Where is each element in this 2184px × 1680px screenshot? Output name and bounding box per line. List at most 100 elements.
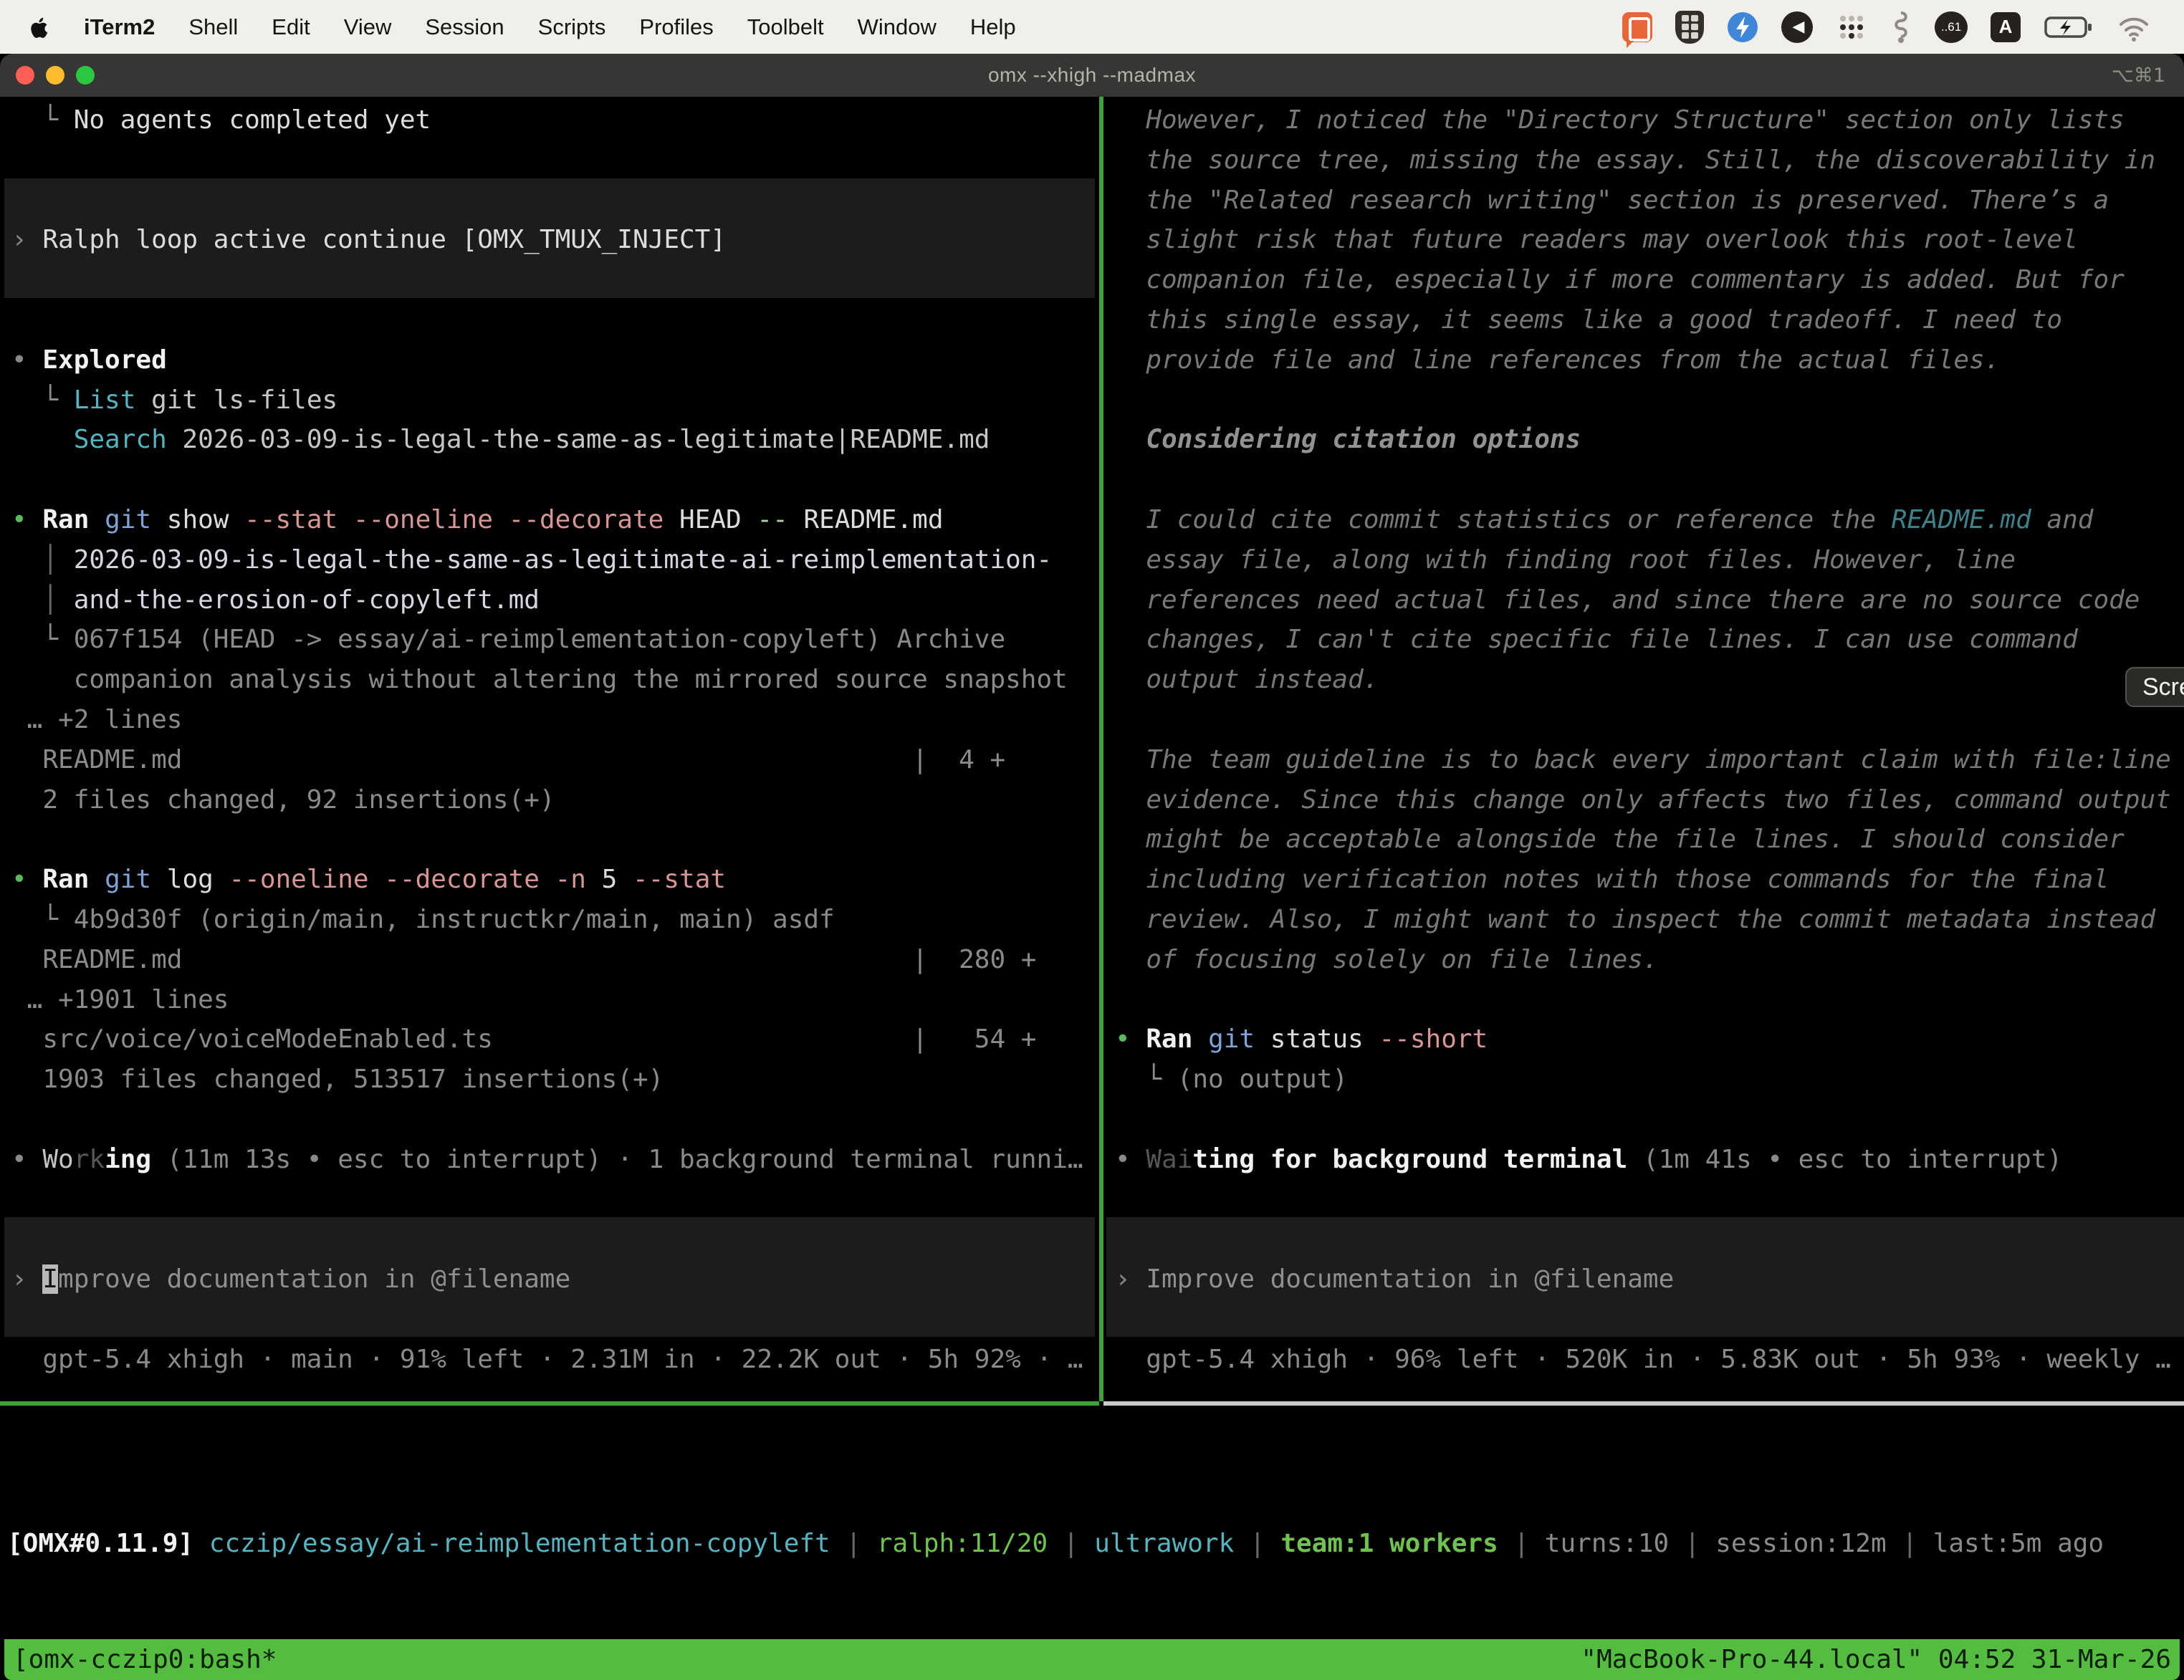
text-segment: |	[1669, 1529, 1715, 1558]
text-segment: 5	[586, 865, 633, 894]
terminal-line: companion analysis without altering the …	[11, 660, 1099, 700]
text-segment: turns:10	[1545, 1529, 1669, 1558]
terminal-line: including verification notes with those …	[1115, 860, 2184, 900]
text-segment: HEAD	[664, 505, 757, 534]
text-segment: [OMX#0.11.9]	[7, 1529, 193, 1558]
screen: { "menu_bar": { "app_name": "iTerm2", "i…	[0, 0, 2184, 1599]
terminal-line: … +2 lines	[11, 700, 1099, 740]
text-segment: evidence. Since this change only affects…	[1115, 785, 2171, 815]
bolt-circle-icon[interactable]	[1727, 11, 1758, 43]
text-segment: output instead.	[1115, 665, 1379, 694]
hook-icon[interactable]	[1890, 10, 1912, 44]
terminal-line: references need actual files, and since …	[1115, 580, 2184, 620]
terminal-line: might be acceptable alongside the file l…	[1115, 820, 2184, 860]
menu-item-shell[interactable]: Shell	[188, 14, 238, 40]
text-segment: git	[105, 505, 151, 534]
terminal-line: evidence. Since this change only affects…	[1115, 780, 2184, 820]
text-segment: --stat	[633, 865, 726, 894]
terminal-area: └ No agents completed yet› Ralph loop ac…	[0, 97, 2184, 1599]
text-segment: 2026-03-09-is-legal-the-same-as-legitima…	[74, 545, 1052, 575]
omx-status-line: [OMX#0.11.9] cczip/essay/ai-reimplementa…	[7, 1524, 2104, 1564]
menu-item-view[interactable]: View	[344, 14, 392, 40]
text-segment: --stat --oneline --decorate	[244, 505, 664, 534]
text-segment: provide file and line references from th…	[1115, 345, 2000, 375]
pane-border-right-inactive	[1103, 1401, 2184, 1406]
text-segment	[89, 865, 105, 894]
text-segment: companion file, especially if more comme…	[1115, 265, 2125, 294]
text-segment	[193, 1529, 209, 1558]
text-segment: including verification notes with those …	[1115, 865, 2109, 894]
menu-items: iTerm2 Shell Edit View Session Scripts Profil…	[0, 14, 1016, 40]
apple-menu-icon[interactable]	[30, 14, 50, 40]
terminal-line: gpt-5.4 xhigh · main · 91% left · 2.31M …	[11, 1340, 1099, 1380]
pane-border-left-active	[0, 1401, 1099, 1406]
text-segment: |	[1234, 1529, 1280, 1558]
text-segment: README.md	[1892, 505, 2031, 534]
terminal-line: └ 067f154 (HEAD -> essay/ai-reimplementa…	[11, 620, 1099, 660]
menu-item-iterm2[interactable]: iTerm2	[84, 14, 155, 40]
menu-bar-status-icons: ◀ ..61 A	[1622, 10, 2184, 44]
text-segment: src/voice/voiceModeEnabled.ts | 54 +	[11, 1024, 1036, 1054]
text-segment: references need actual files, and since …	[1115, 585, 2140, 615]
menu-item-profiles[interactable]: Profiles	[639, 14, 713, 40]
text-segment: ting for background terminal	[1192, 1145, 1627, 1174]
text-segment: review. Also, I might want to inspect th…	[1115, 905, 2155, 934]
terminal-line: The team guideline is to back every impo…	[1115, 740, 2184, 780]
chat-app-icon[interactable]	[1622, 12, 1652, 42]
keyboard-a-icon[interactable]: A	[1991, 12, 2021, 42]
text-segment: (11m 13s • esc to interrupt) · 1 backgro…	[151, 1145, 1083, 1174]
text-segment: └	[11, 105, 74, 135]
text-segment: •	[11, 1145, 42, 1174]
text-segment: slight risk that future readers may over…	[1115, 225, 2078, 254]
text-segment: │	[11, 545, 74, 575]
terminal-line: └ 4b9d30f (origin/main, instructkr/main,…	[11, 900, 1099, 940]
text-segment: git ls-files	[135, 385, 337, 415]
window-title-bar: omx --xhigh --madmax ⌥⌘1	[0, 54, 2184, 97]
text-segment: session:12m	[1715, 1529, 1886, 1558]
terminal-line: companion file, especially if more comme…	[1115, 260, 2184, 300]
text-segment: log	[151, 865, 229, 894]
terminal-line: • Explored	[11, 340, 1099, 380]
menu-item-toolbelt[interactable]: Toolbelt	[747, 14, 824, 40]
shield-grid-icon[interactable]	[1675, 11, 1704, 44]
kaleidoscope-icon[interactable]: ◀	[1781, 11, 1813, 43]
battery-icon[interactable]	[2044, 11, 2092, 43]
text-segment: 1903 files changed, 513517 insertions(+)	[11, 1065, 664, 1094]
text-segment: mprove documentation in @filename	[58, 1264, 570, 1294]
wifi-icon[interactable]	[2115, 11, 2152, 43]
text-segment: README.md | 280 +	[11, 945, 1036, 974]
text-segment: rk	[74, 1145, 105, 1174]
terminal-line: provide file and line references from th…	[1115, 340, 2184, 380]
text-segment: Wai	[1146, 1145, 1192, 1174]
terminal-pane-right[interactable]: However, I noticed the "Directory Struct…	[1103, 97, 2184, 1401]
dots-grid-icon[interactable]	[1836, 11, 1867, 43]
timer-badge-icon[interactable]: ..61	[1935, 11, 1968, 43]
text-segment: └ 067f154 (HEAD -> essay/ai-reimplementa…	[11, 625, 1005, 654]
text-segment: Wo	[42, 1145, 73, 1174]
menu-item-edit[interactable]: Edit	[272, 14, 310, 40]
menu-item-window[interactable]: Window	[858, 14, 937, 40]
terminal-line: • Working (11m 13s • esc to interrupt) ·…	[11, 1140, 1099, 1180]
text-segment: gpt-5.4 xhigh · 96% left · 520K in · 5.8…	[1115, 1345, 2171, 1374]
text-segment: •	[11, 505, 42, 534]
terminal-line: the "Related research writing" section i…	[1115, 181, 2184, 221]
text-segment: changes, I can't cite specific file line…	[1115, 625, 2078, 654]
text-segment: git	[105, 865, 151, 894]
text-segment: companion analysis without altering the …	[11, 665, 1068, 694]
text-segment: --	[757, 505, 787, 534]
menu-item-help[interactable]: Help	[970, 14, 1016, 40]
text-segment: README.md | 4 +	[11, 745, 1005, 774]
menu-item-session[interactable]: Session	[425, 14, 504, 40]
text-segment: the "Related research writing" section i…	[1115, 186, 2109, 215]
terminal-line: Search 2026-03-09-is-legal-the-same-as-l…	[11, 420, 1099, 460]
terminal-line: README.md | 280 +	[11, 940, 1099, 980]
menu-item-scripts[interactable]: Scripts	[538, 14, 606, 40]
terminal-line: of focusing solely on file lines.	[1115, 940, 2184, 980]
text-segment: │	[11, 585, 74, 615]
text-segment: |	[1887, 1529, 1933, 1558]
text-segment: this single essay, it seems like a good …	[1115, 305, 2062, 335]
terminal-line: gpt-5.4 xhigh · 96% left · 520K in · 5.8…	[1115, 1340, 2184, 1380]
terminal-pane-left[interactable]: └ No agents completed yet› Ralph loop ac…	[0, 97, 1099, 1401]
terminal-line: slight risk that future readers may over…	[1115, 220, 2184, 260]
terminal-line: However, I noticed the "Directory Struct…	[1115, 100, 2184, 140]
